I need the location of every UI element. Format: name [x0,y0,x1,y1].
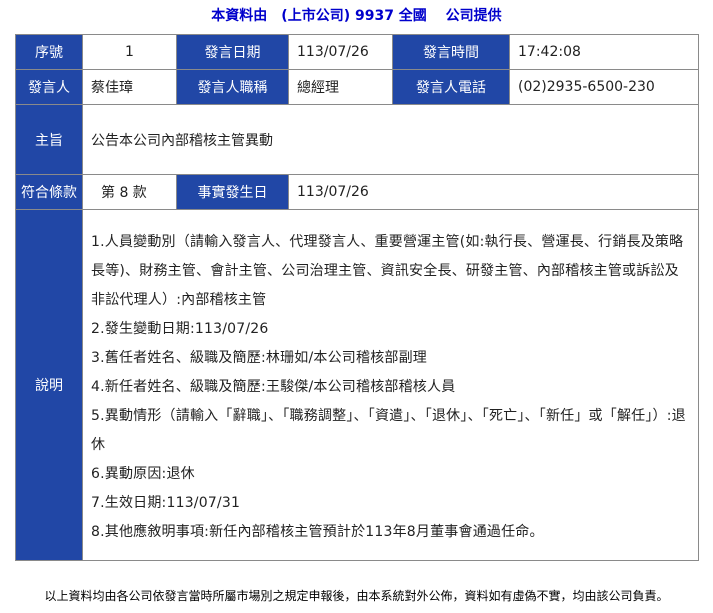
row-speaker: 發言人 蔡佳璋 發言人職稱 總經理 發言人電話 (02)2935-6500-23… [15,69,699,105]
row-subject: 主旨 公告本公司內部稽核主管異動 [15,104,699,175]
description-line-7: 7.生效日期:113/07/31 [91,494,241,511]
speaker-title-label: 發言人職稱 [176,69,289,105]
description-body: 1.人員變動別（請輸入發言人、代理發言人、重要營運主管(如:執行長、營運長、行銷… [83,214,698,557]
subject-label: 主旨 [15,104,83,175]
speaker-value: 蔡佳璋 [82,69,177,105]
speaker-phone-label: 發言人電話 [392,69,510,105]
speaker-title-value: 總經理 [288,69,393,105]
description-line-8: 8.其他應敘明事項:新任內部稽核主管預計於113年8月董事會通過任命。 [91,523,544,540]
description-line-4: 4.新任者姓名、級職及簡歷:王駿傑/本公司稽核部稽核人員 [91,378,456,395]
row-seq-date-time: 序號 1 發言日期 113/07/26 發言時間 17:42:08 [15,34,699,70]
description-line-5: 5.異動情形（請輸入「辭職」、「職務調整」、「資遣」、「退休」、「死亡」、「新任… [91,407,686,453]
description-line-6: 6.異動原因:退休 [91,465,195,482]
time-label: 發言時間 [392,34,510,70]
seq-label: 序號 [15,34,83,70]
description-label: 說明 [15,209,83,561]
clause-label: 符合條款 [15,174,83,210]
announcement-table: 序號 1 發言日期 113/07/26 發言時間 17:42:08 發言人 蔡佳… [15,34,699,561]
date-value: 113/07/26 [288,34,393,70]
speaker-label: 發言人 [15,69,83,105]
event-date-value: 113/07/26 [288,174,699,210]
speaker-phone-value: (02)2935-6500-230 [509,69,699,105]
row-description: 說明 1.人員變動別（請輸入發言人、代理發言人、重要營運主管(如:執行長、營運長… [15,209,699,561]
description-line-3: 3.舊任者姓名、級職及簡歷:林珊如/本公司稽核部副理 [91,349,427,366]
date-label: 發言日期 [176,34,289,70]
source-header: 本資料由 (上市公司) 9937 全國 公司提供 [211,8,502,24]
event-date-label: 事實發生日 [176,174,289,210]
seq-value: 1 [82,34,177,70]
description-line-2: 2.發生變動日期:113/07/26 [91,320,269,337]
clause-value: 第 8 款 [82,174,177,210]
disclaimer-footer: 以上資料均由各公司依發言當時所屬市場別之規定申報後，由本系統對外公佈，資料如有虛… [44,589,669,603]
time-value: 17:42:08 [509,34,699,70]
description-cell: 1.人員變動別（請輸入發言人、代理發言人、重要營運主管(如:執行長、營運長、行銷… [82,209,699,561]
row-clause: 符合條款 第 8 款 事實發生日 113/07/26 [15,174,699,210]
description-line-1: 1.人員變動別（請輸入發言人、代理發言人、重要營運主管(如:執行長、營運長、行銷… [91,233,684,308]
subject-value: 公告本公司內部稽核主管異動 [82,104,699,175]
